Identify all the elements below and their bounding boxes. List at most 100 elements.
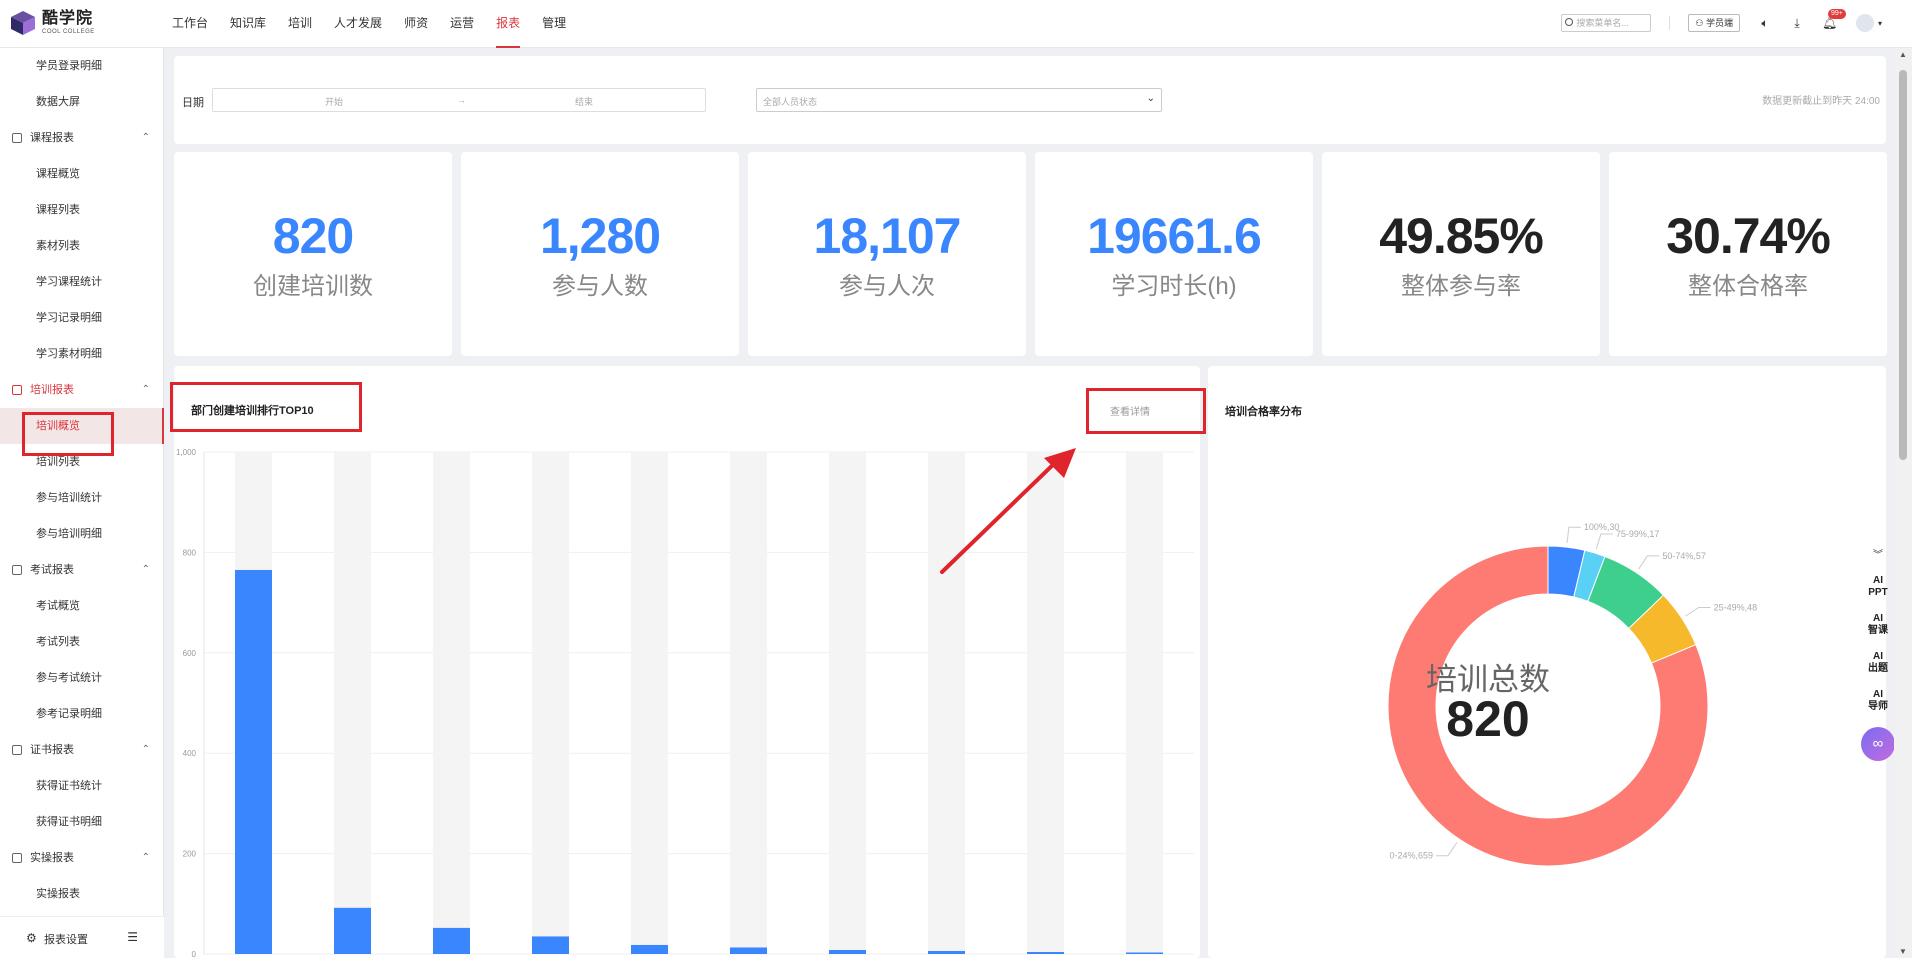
- sidebar-group[interactable]: 实操报表 ⌃: [0, 840, 164, 876]
- personnel-status-select[interactable]: 全部人员状态 ⌄: [756, 88, 1162, 112]
- annotation-arrow: [940, 448, 1076, 574]
- sidebar-item[interactable]: 素材列表: [0, 228, 164, 264]
- bar[interactable]: [334, 907, 371, 954]
- sidebar-item[interactable]: 学习素材明细: [0, 336, 164, 372]
- top-bar: 酷学院 COOL COLLEGE 工作台 知识库 培训 人才发展 师资 运营 报表 管理 搜索…: [0, 0, 1912, 48]
- scroll-up-icon[interactable]: ▲: [1899, 50, 1907, 59]
- stat-label: 参与人次: [839, 273, 935, 300]
- chevron-up-icon[interactable]: ⌃: [142, 840, 150, 876]
- sidebar-item[interactable]: 课程概览: [0, 156, 164, 192]
- slice-label: 50-74%,57: [1662, 551, 1706, 561]
- sidebar-group-label: 课程报表: [30, 132, 74, 144]
- gear-icon[interactable]: ⚙: [26, 931, 37, 945]
- sidebar-item[interactable]: 数据大屏: [0, 84, 164, 120]
- pass-rate-distribution-panel: 培训合格率分布 100%,30 75-99%,17 50-74%,57 25-49%,…: [1208, 366, 1886, 958]
- notification-badge: 99+: [1827, 9, 1846, 19]
- sidebar-item[interactable]: 学员登录明细: [0, 48, 164, 84]
- bar[interactable]: [1126, 952, 1163, 954]
- chevron-up-icon[interactable]: ⌃: [142, 120, 150, 156]
- student-side-button[interactable]: ⚇ 学员端: [1688, 14, 1740, 32]
- bell-icon[interactable]: 🔔︎ 99+: [1822, 9, 1846, 30]
- bar-background: [334, 452, 371, 954]
- logo[interactable]: 酷学院 COOL COLLEGE: [10, 10, 95, 36]
- stat-value: 1,280: [539, 208, 661, 264]
- chevron-down-icon[interactable]: ▾: [1878, 19, 1882, 28]
- infinity-icon[interactable]: ∞: [1861, 727, 1895, 761]
- stat-label: 参与人数: [552, 273, 648, 300]
- nav-item[interactable]: 报表: [496, 0, 521, 48]
- report-settings-link[interactable]: 报表设置: [44, 931, 88, 947]
- nav-item[interactable]: 人才发展: [334, 0, 382, 48]
- bar[interactable]: [829, 949, 866, 954]
- top-right-tools: 搜索菜单名... ⚇ 学员端 🔈︎ ⤓ 🔔︎ 99+ ▾: [1561, 9, 1882, 32]
- sidebar-item[interactable]: 学习课程统计: [0, 264, 164, 300]
- label-leader-line: [1684, 606, 1711, 617]
- bar[interactable]: [532, 936, 569, 954]
- ai-tool-button[interactable]: AI 出题: [1860, 651, 1896, 675]
- stat-label: 整体合格率: [1688, 273, 1808, 300]
- y-tick-label: 400: [183, 749, 197, 758]
- bar[interactable]: [1027, 951, 1064, 954]
- date-range-picker[interactable]: 开始 → 结束: [212, 88, 706, 112]
- ai-tool-button[interactable]: AI 导师: [1860, 689, 1896, 713]
- stat-label: 学习时长(h): [1111, 273, 1237, 300]
- highlight-box-sidebar: [22, 412, 114, 456]
- ai-tool-button[interactable]: AI 智课: [1860, 613, 1896, 637]
- bar[interactable]: [928, 950, 965, 954]
- sidebar-item[interactable]: 获得证书统计: [0, 768, 164, 804]
- chevron-up-icon[interactable]: ⌃: [142, 552, 150, 588]
- sidebar-item[interactable]: 实操报表: [0, 876, 164, 912]
- sidebar-item[interactable]: 考试列表: [0, 624, 164, 660]
- chevron-up-icon[interactable]: ⌃: [142, 372, 150, 408]
- sidebar-item[interactable]: 参考记录明细: [0, 696, 164, 732]
- ai-tool-button[interactable]: AI PPT: [1860, 575, 1896, 599]
- menu-search-input[interactable]: 搜索菜单名...: [1561, 14, 1652, 32]
- sidebar-item[interactable]: 学习记录明细: [0, 300, 164, 336]
- sidebar-item[interactable]: 课程列表: [0, 192, 164, 228]
- bar[interactable]: [631, 944, 668, 954]
- sidebar-group-label: 证书报表: [30, 744, 74, 756]
- scroll-thumb[interactable]: [1899, 70, 1907, 460]
- highlight-box-details: [1086, 388, 1206, 434]
- collapse-chevron-icon[interactable]: ︾: [1860, 546, 1896, 561]
- data-updated-note: 数据更新截止到昨天 24:00: [1762, 96, 1880, 107]
- bar-background: [829, 452, 866, 954]
- scroll-down-icon[interactable]: ▼: [1899, 947, 1907, 956]
- end-date-placeholder[interactable]: 结束: [575, 95, 593, 108]
- nav-item[interactable]: 运营: [450, 0, 474, 48]
- sidebar-group[interactable]: 证书报表 ⌃: [0, 732, 164, 768]
- report-icon: [12, 385, 22, 395]
- bar-background: [433, 452, 470, 954]
- sidebar-item[interactable]: 考试概览: [0, 588, 164, 624]
- collapse-menu-icon[interactable]: ☰: [127, 930, 138, 944]
- bar[interactable]: [235, 569, 272, 954]
- start-date-placeholder[interactable]: 开始: [325, 95, 343, 108]
- sidebar-group[interactable]: 考试报表 ⌃: [0, 552, 164, 588]
- nav-item[interactable]: 管理: [542, 0, 566, 48]
- sidebar-item[interactable]: 获得证书明细: [0, 804, 164, 840]
- sidebar-group-label: 实操报表: [30, 852, 74, 864]
- sidebar-item[interactable]: 参与培训明细: [0, 516, 164, 552]
- nav-item[interactable]: 师资: [404, 0, 428, 48]
- brand-subtitle: COOL COLLEGE: [42, 29, 95, 35]
- bar-background: [631, 452, 668, 954]
- sidebar-group[interactable]: 课程报表 ⌃: [0, 120, 164, 156]
- nav-item[interactable]: 工作台: [172, 0, 208, 48]
- download-icon[interactable]: ⤓: [1790, 16, 1804, 31]
- stat-label: 创建培训数: [253, 273, 373, 300]
- nav-item[interactable]: 培训: [288, 0, 312, 48]
- y-tick-label: 800: [183, 548, 197, 557]
- sidebar-group[interactable]: 培训报表 ⌃: [0, 372, 164, 408]
- main-nav: 工作台 知识库 培训 人才发展 师资 运营 报表 管理: [172, 0, 588, 48]
- sidebar-item[interactable]: 参与培训统计: [0, 480, 164, 516]
- bar[interactable]: [730, 947, 767, 954]
- nav-item[interactable]: 知识库: [230, 0, 266, 48]
- chevron-up-icon[interactable]: ⌃: [142, 732, 150, 768]
- y-tick-label: 0: [192, 950, 197, 958]
- speaker-icon[interactable]: 🔈︎: [1758, 16, 1772, 31]
- avatar[interactable]: [1855, 14, 1874, 32]
- bar[interactable]: [433, 927, 470, 954]
- page-scrollbar[interactable]: ▲ ▼: [1894, 48, 1912, 958]
- sidebar-item[interactable]: 参与考试统计: [0, 660, 164, 696]
- sidebar-group-label: 培训报表: [30, 384, 74, 396]
